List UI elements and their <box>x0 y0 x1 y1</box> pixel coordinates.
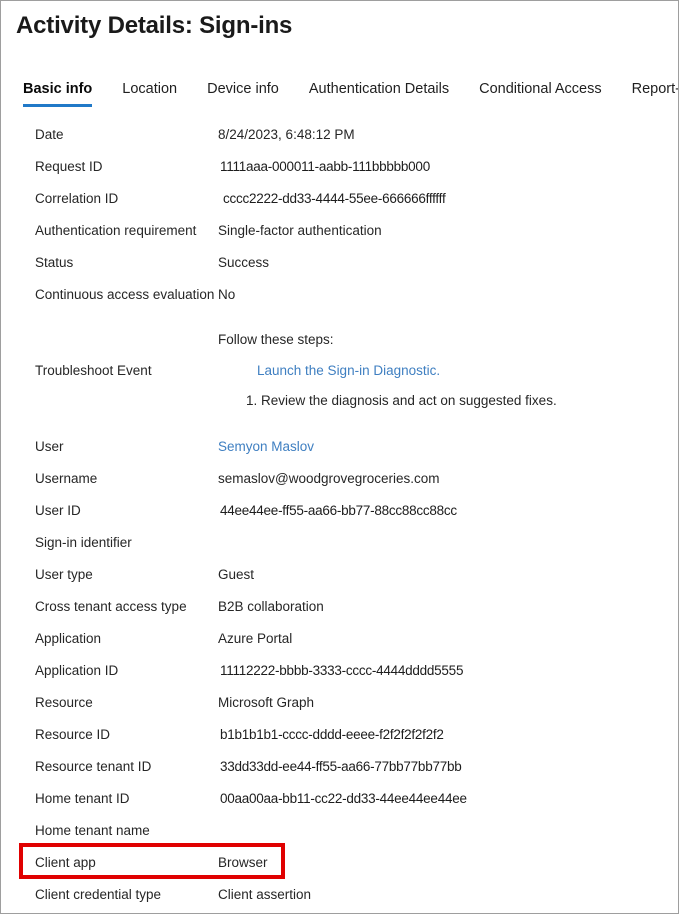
tab-label: Report-only <box>631 81 678 97</box>
detail-label: Request ID <box>35 159 103 174</box>
detail-value: Browser <box>218 855 268 870</box>
detail-label: Correlation ID <box>35 191 119 206</box>
detail-label: User type <box>35 567 93 582</box>
detail-label: Date <box>35 127 64 142</box>
detail-row-resource-id: Resource ID b1b1b1b1-cccc-dddd-eeee-f2f2… <box>1 719 678 751</box>
detail-value: semaslov@woodgrovegroceries.com <box>218 471 440 486</box>
detail-value: 8/24/2023, 6:48:12 PM <box>218 127 355 142</box>
detail-label: User <box>35 439 64 454</box>
troubleshoot-steps-heading: Follow these steps: <box>218 332 334 347</box>
detail-label: Application ID <box>35 663 119 678</box>
detail-row-status: Status Success <box>1 247 678 279</box>
detail-label: Home tenant name <box>35 823 150 838</box>
detail-row-troubleshoot-event: Troubleshoot Event Follow these steps: L… <box>1 327 678 423</box>
activity-details-panel: Activity Details: Sign-ins Basic info Lo… <box>0 0 679 914</box>
detail-label: User ID <box>35 503 81 518</box>
detail-value: Client assertion <box>218 887 312 902</box>
status-badge: Success <box>218 255 270 270</box>
detail-label: Sign-in identifier <box>35 535 132 550</box>
detail-value: Single-factor authentication <box>218 223 382 238</box>
detail-row-authentication-requirement: Authentication requirement Single-factor… <box>1 215 678 247</box>
tab-report-only[interactable]: Report-only <box>631 81 678 107</box>
detail-value: 11112222-bbbb-3333-cccc-4444dddd5555 <box>220 663 464 678</box>
detail-row-user-id: User ID 44ee44ee-ff55-aa66-bb77-88cc88cc… <box>1 495 678 527</box>
detail-label: Client app <box>35 855 96 870</box>
user-link[interactable]: Semyon Maslov <box>218 431 314 463</box>
tab-location[interactable]: Location <box>122 81 177 107</box>
tab-label: Location <box>122 81 178 97</box>
detail-row-correlation-id: Correlation ID cccc2222-dd33-4444-55ee-6… <box>1 183 678 215</box>
detail-value: Azure Portal <box>218 631 293 646</box>
tab-authentication-details[interactable]: Authentication Details <box>309 81 449 107</box>
detail-row-home-tenant-id: Home tenant ID 00aa00aa-bb11-cc22-dd33-4… <box>1 783 678 815</box>
detail-value: 44ee44ee-ff55-aa66-bb77-88cc88cc88cc <box>220 503 457 518</box>
detail-value: Guest <box>218 567 255 582</box>
detail-row-user-type: User type Guest <box>1 559 678 591</box>
launch-signin-diagnostic-link[interactable]: Launch the Sign-in Diagnostic. <box>257 363 440 378</box>
detail-label: Troubleshoot Event <box>35 363 152 378</box>
detail-value: 00aa00aa-bb11-cc22-dd33-44ee44ee44ee <box>220 791 467 806</box>
detail-row-client-credential-type: Client credential type Client assertion <box>1 879 678 911</box>
detail-label: Home tenant ID <box>35 791 130 806</box>
details-list: Date 8/24/2023, 6:48:12 PM Request ID 11… <box>1 119 678 911</box>
tab-label: Device info <box>207 81 279 97</box>
detail-label: Application <box>35 631 102 646</box>
detail-label: Username <box>35 471 98 486</box>
detail-value: b1b1b1b1-cccc-dddd-eeee-f2f2f2f2f2f2 <box>220 727 444 742</box>
detail-value: Microsoft Graph <box>218 695 315 710</box>
detail-row-cross-tenant-access-type: Cross tenant access type B2B collaborati… <box>1 591 678 623</box>
detail-label: Authentication requirement <box>35 223 197 238</box>
detail-value: cccc2222-dd33-4444-55ee-666666ffffff <box>223 191 446 206</box>
detail-row-signin-identifier: Sign-in identifier <box>1 527 678 559</box>
detail-row-home-tenant-name: Home tenant name <box>1 815 678 847</box>
detail-row-application: Application Azure Portal <box>1 623 678 655</box>
tab-conditional-access[interactable]: Conditional Access <box>479 81 602 107</box>
detail-row-user: User Semyon Maslov <box>1 431 678 463</box>
page-title: Activity Details: Sign-ins <box>16 12 293 39</box>
detail-row-date: Date 8/24/2023, 6:48:12 PM <box>1 119 678 151</box>
detail-label: Continuous access evaluation <box>35 287 215 302</box>
detail-label: Cross tenant access type <box>35 599 187 614</box>
tab-label: Basic info <box>23 81 93 97</box>
detail-value: No <box>218 287 236 302</box>
detail-row-client-app: Client app Browser <box>1 847 678 879</box>
detail-value: B2B collaboration <box>218 599 324 614</box>
tab-label: Authentication Details <box>308 81 450 97</box>
detail-row-continuous-access-evaluation: Continuous access evaluation No <box>1 279 678 311</box>
detail-row-username: Username semaslov@woodgrovegroceries.com <box>1 463 678 495</box>
detail-row-resource-tenant-id: Resource tenant ID 33dd33dd-ee44-ff55-aa… <box>1 751 678 783</box>
detail-label: Resource ID <box>35 727 111 742</box>
detail-label: Resource tenant ID <box>35 759 152 774</box>
tab-basic-info[interactable]: Basic info <box>23 81 93 107</box>
detail-label: Resource <box>35 695 93 710</box>
detail-row-request-id: Request ID 1111aaa-000011-aabb-111bbbbb0… <box>1 151 678 183</box>
troubleshoot-step-1: 1. Review the diagnosis and act on sugge… <box>246 393 557 408</box>
tab-bar: Basic info Location Device info Authenti… <box>23 81 678 107</box>
detail-row-resource: Resource Microsoft Graph <box>1 687 678 719</box>
detail-value: 1111aaa-000011-aabb-111bbbbb000 <box>220 159 430 174</box>
detail-value: 33dd33dd-ee44-ff55-aa66-77bb77bb77bb <box>220 759 462 774</box>
detail-label: Status <box>35 255 74 270</box>
tab-label: Conditional Access <box>479 81 602 97</box>
tab-device-info[interactable]: Device info <box>207 81 279 107</box>
detail-label: Client credential type <box>35 887 162 902</box>
detail-row-application-id: Application ID 11112222-bbbb-3333-cccc-4… <box>1 655 678 687</box>
